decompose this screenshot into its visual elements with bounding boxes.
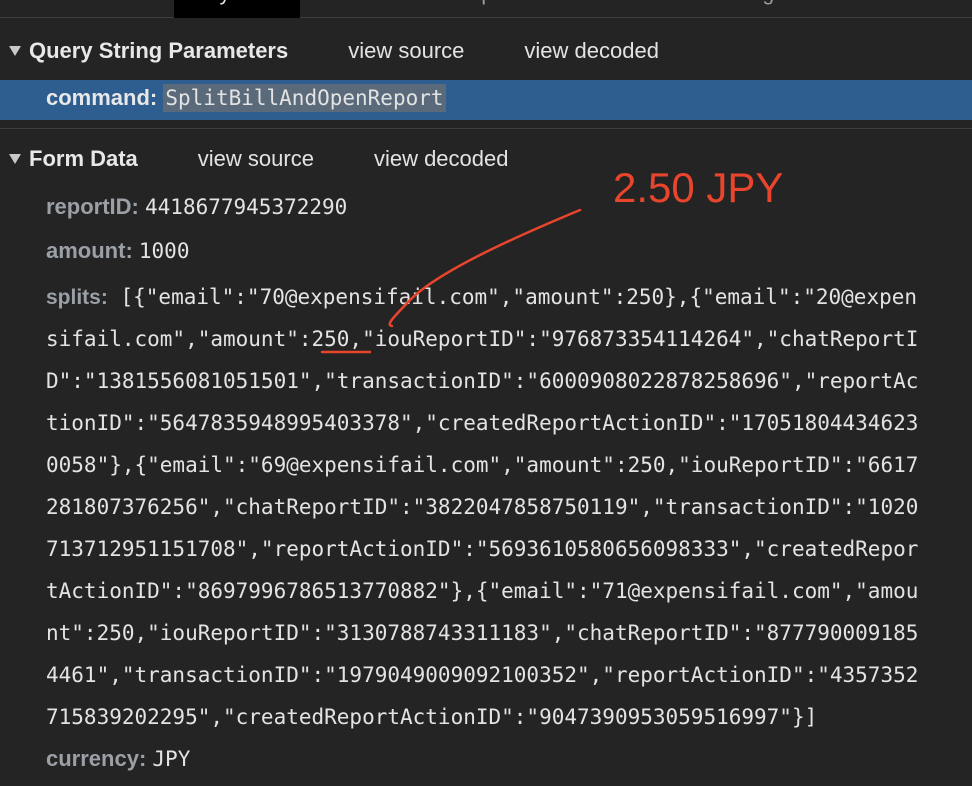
form-key-splits: splits:	[46, 286, 108, 309]
form-value-reportid[interactable]: 4418677945372290	[145, 195, 347, 219]
query-param-value[interactable]: SplitBillAndOpenReport	[163, 84, 446, 112]
tab-payload[interactable]: Payload	[174, 0, 300, 18]
query-param-key: command:	[46, 85, 158, 110]
form-view-decoded-link[interactable]: view decoded	[374, 146, 509, 172]
collapse-arrow-icon[interactable]	[9, 154, 21, 164]
splits-line[interactable]: 715839202295","createdReportActionID":"9…	[46, 696, 962, 738]
tab-initiator[interactable]: Initiator	[570, 0, 679, 18]
tab-headers[interactable]: Headers	[42, 0, 161, 18]
form-data-section-header[interactable]: Form Data view source view decoded	[0, 141, 972, 177]
splits-line: splits: [{"email":"70@expensifail.com","…	[46, 285, 918, 309]
collapse-arrow-icon[interactable]	[9, 46, 21, 56]
splits-line[interactable]: tionID":"5647835948995403378","createdRe…	[46, 402, 962, 444]
form-key-currency: currency:	[46, 746, 147, 771]
splits-line[interactable]: tActionID":"8697996786513770882"},{"emai…	[46, 570, 962, 612]
query-string-title: Query String Parameters	[29, 38, 289, 63]
query-string-section-header[interactable]: Query String Parameters view source view…	[0, 33, 972, 69]
query-param-row-selected[interactable]: command: SplitBillAndOpenReport	[0, 80, 972, 120]
form-row-splits[interactable]: splits: [{"email":"70@expensifail.com","…	[46, 276, 962, 738]
form-key-amount: amount:	[46, 238, 133, 263]
form-key-reportid: reportID:	[46, 194, 139, 219]
devtools-tab-strip: Headers Payload Preview Response Initiat…	[0, 0, 972, 18]
splits-line[interactable]: nt":250,"iouReportID":"3130788743311183"…	[46, 612, 962, 654]
tab-preview[interactable]: Preview	[300, 0, 415, 18]
query-view-decoded-link[interactable]: view decoded	[524, 38, 659, 64]
form-value-currency[interactable]: JPY	[152, 747, 190, 771]
form-row-reportid[interactable]: reportID: 4418677945372290	[46, 194, 347, 220]
form-view-source-link[interactable]: view source	[198, 146, 314, 172]
form-row-currency[interactable]: currency: JPY	[46, 746, 190, 772]
splits-line[interactable]: 0058"},{"email":"69@expensifail.com","am…	[46, 444, 962, 486]
form-value-amount[interactable]: 1000	[139, 239, 190, 263]
splits-line[interactable]: 713712951151708","reportActionID":"56936…	[46, 528, 962, 570]
annotation-label: 2.50 JPY	[613, 164, 784, 211]
query-view-source-link[interactable]: view source	[348, 38, 464, 64]
section-divider	[0, 128, 972, 129]
splits-line[interactable]: 4461","transactionID":"19790490090921003…	[46, 654, 962, 696]
splits-line[interactable]: 281807376256","chatReportID":"3822047858…	[46, 486, 962, 528]
splits-line[interactable]: D":"1381556081051501","transactionID":"6…	[46, 360, 962, 402]
splits-line[interactable]: sifail.com","amount":250,"iouReportID":"…	[46, 318, 962, 360]
tab-response[interactable]: Response	[424, 0, 559, 18]
form-row-amount[interactable]: amount: 1000	[46, 238, 189, 264]
form-data-title: Form Data	[29, 146, 138, 171]
tab-timing[interactable]: Timing	[692, 0, 794, 18]
tab-cookies[interactable]: Cookies	[804, 0, 920, 18]
devtools-payload-panel: Headers Payload Preview Response Initiat…	[0, 0, 972, 786]
